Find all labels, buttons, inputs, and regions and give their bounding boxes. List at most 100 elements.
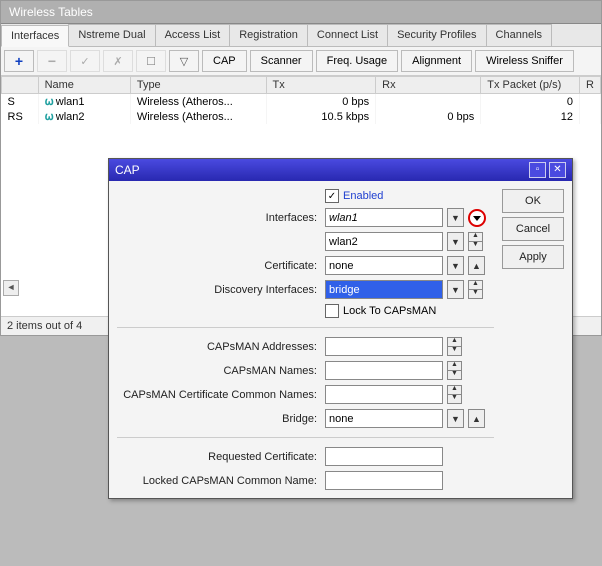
col-rx[interactable]: Rx [376,77,481,94]
up-icon[interactable]: ▲ [468,256,485,275]
requested-certificate-label: Requested Certificate: [117,451,321,463]
row-flag: S [2,94,39,110]
alignment-button[interactable]: Alignment [401,50,472,72]
cap-button[interactable]: CAP [202,50,247,72]
cap-dialog: CAP ▫ ✕ ✓ Enabled Interfaces: ▼ [108,158,573,499]
reorder-arrows[interactable]: ▲▼ [447,361,462,380]
row-tx: 0 bps [266,94,376,110]
col-r[interactable]: R [580,77,601,94]
remove-interface-icon[interactable] [468,209,486,227]
locked-capsman-cn-label: Locked CAPsMAN Common Name: [117,475,321,487]
restore-icon[interactable]: ▫ [529,162,546,178]
reorder-arrows[interactable]: ▲▼ [447,337,462,356]
tab-nstreme-dual[interactable]: Nstreme Dual [68,24,155,46]
disable-button[interactable]: ✗ [103,50,133,72]
discovery-interfaces-label: Discovery Interfaces: [117,284,321,296]
scroll-left-icon[interactable]: ◄ [3,280,19,296]
reorder-arrows[interactable]: ▲▼ [447,385,462,404]
bridge-label: Bridge: [117,413,321,425]
ok-button[interactable]: OK [502,189,564,213]
cap-title-text: CAP [115,163,140,177]
col-flag[interactable] [2,77,39,94]
row-rx: 0 bps [376,109,481,124]
window-title: Wireless Tables [1,1,601,24]
wifi-icon: ⍵ [45,96,54,108]
check-icon: ✓ [80,55,89,68]
close-icon[interactable]: ✕ [549,162,566,178]
certificate-label: Certificate: [117,260,321,272]
capsman-addresses-label: CAPsMAN Addresses: [117,341,321,353]
row-name: wlan2 [56,111,85,123]
locked-capsman-cn-value [325,471,443,490]
dropdown-icon[interactable]: ▼ [447,409,464,428]
funnel-icon: ▽ [180,55,188,68]
col-tx[interactable]: Tx [266,77,376,94]
notes-icon: ☐ [146,55,156,68]
interfaces-table: Name Type Tx Rx Tx Packet (p/s) R S ⍵wla… [1,76,601,124]
cap-dialog-buttons: OK Cancel Apply [502,189,564,490]
lock-to-capsman-label: Lock To CAPsMAN [343,305,436,317]
tab-registration[interactable]: Registration [229,24,308,46]
requested-certificate-value [325,447,443,466]
capsman-names-input[interactable] [325,361,443,380]
wifi-icon: ⍵ [45,111,54,123]
x-icon: ✗ [113,55,122,68]
remove-button[interactable]: − [37,50,67,72]
row-tx: 10.5 kbps [266,109,376,124]
filter-button[interactable]: ▽ [169,50,199,72]
cap-form: ✓ Enabled Interfaces: ▼ ▼ ▲▼ Certificate… [117,189,494,490]
apply-button[interactable]: Apply [502,245,564,269]
freq-usage-button[interactable]: Freq. Usage [316,50,399,72]
row-txp: 0 [481,94,580,110]
cap-titlebar[interactable]: CAP ▫ ✕ [109,159,572,181]
lock-to-capsman-checkbox[interactable] [325,304,339,318]
scanner-button[interactable]: Scanner [250,50,313,72]
interfaces-input-1[interactable] [325,208,443,227]
enabled-label: Enabled [343,190,383,202]
capsman-names-label: CAPsMAN Names: [117,365,321,377]
add-button[interactable]: + [4,50,34,72]
cancel-button[interactable]: Cancel [502,217,564,241]
enable-button[interactable]: ✓ [70,50,100,72]
tab-access-list[interactable]: Access List [155,24,231,46]
row-type: Wireless (Atheros... [130,94,266,110]
dropdown-icon[interactable]: ▼ [447,208,464,227]
row-rx [376,94,481,110]
minus-icon: − [48,53,56,69]
certificate-input[interactable] [325,256,443,275]
enabled-checkbox[interactable]: ✓ [325,189,339,203]
bridge-input[interactable] [325,409,443,428]
table-row[interactable]: S ⍵wlan1 Wireless (Atheros... 0 bps 0 [2,94,601,110]
tab-security-profiles[interactable]: Security Profiles [387,24,486,46]
reorder-arrows[interactable]: ▲▼ [468,280,483,299]
plus-icon: + [15,53,23,69]
tab-interfaces[interactable]: Interfaces [1,25,69,47]
capsman-addresses-input[interactable] [325,337,443,356]
col-name[interactable]: Name [38,77,130,94]
dropdown-icon[interactable]: ▼ [447,256,464,275]
table-row[interactable]: RS ⍵wlan2 Wireless (Atheros... 10.5 kbps… [2,109,601,124]
capsman-cert-names-input[interactable] [325,385,443,404]
up-icon[interactable]: ▲ [468,409,485,428]
row-flag: RS [2,109,39,124]
interfaces-label: Interfaces: [117,212,321,224]
dropdown-icon[interactable]: ▼ [447,280,464,299]
section-divider [117,327,494,328]
interfaces-input-2[interactable] [325,232,443,251]
tab-connect-list[interactable]: Connect List [307,24,388,46]
row-txp: 12 [481,109,580,124]
row-name: wlan1 [56,96,85,108]
comment-button[interactable]: ☐ [136,50,166,72]
reorder-arrows[interactable]: ▲▼ [468,232,483,251]
section-divider [117,437,494,438]
discovery-interfaces-input[interactable] [325,280,443,299]
row-type: Wireless (Atheros... [130,109,266,124]
toolbar: + − ✓ ✗ ☐ ▽ CAP Scanner Freq. Usage Alig… [1,47,601,76]
main-tabs: Interfaces Nstreme Dual Access List Regi… [1,24,601,47]
tab-channels[interactable]: Channels [486,24,552,46]
col-txpacket[interactable]: Tx Packet (p/s) [481,77,580,94]
col-type[interactable]: Type [130,77,266,94]
wireless-sniffer-button[interactable]: Wireless Sniffer [475,50,574,72]
dropdown-icon[interactable]: ▼ [447,232,464,251]
capsman-cert-names-label: CAPsMAN Certificate Common Names: [117,389,321,401]
